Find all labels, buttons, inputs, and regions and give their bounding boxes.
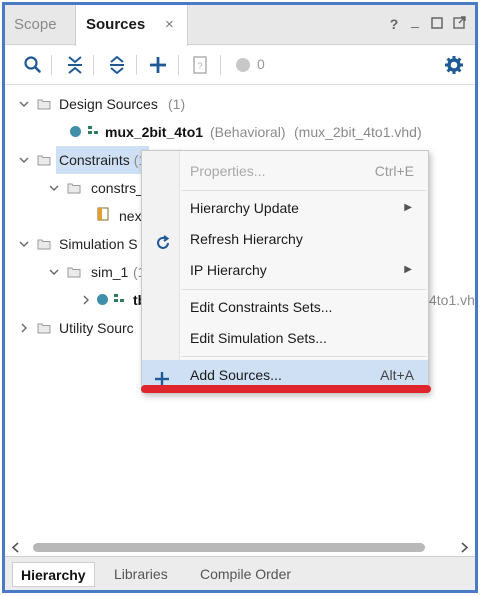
folder-icon: [37, 147, 51, 175]
tree-testbench-suffix: 4to1.vh: [429, 292, 475, 308]
scroll-right-icon[interactable]: [459, 542, 469, 553]
hierarchy-icon: [87, 118, 99, 146]
status-dot-icon: [70, 126, 81, 137]
menu-separator: [182, 356, 426, 357]
menu-item-properties[interactable]: Properties... Ctrl+E: [142, 156, 428, 186]
menu-item-label: Properties...: [190, 163, 266, 179]
tree-label: Constraints: [59, 152, 130, 168]
chevron-right-icon[interactable]: [19, 323, 29, 333]
float-icon[interactable]: [451, 16, 467, 32]
menu-item-shortcut: Ctrl+E: [374, 163, 414, 179]
tab-libraries[interactable]: Libraries: [114, 562, 168, 587]
search-icon[interactable]: [22, 54, 44, 76]
design-file-name: mux_2bit_4to1: [105, 124, 204, 140]
tab-sources-label: Sources: [86, 16, 146, 33]
help-icon[interactable]: ?: [386, 16, 402, 32]
tab-scope[interactable]: Scope: [14, 5, 57, 45]
constraint-file-icon: [97, 202, 109, 230]
status-circle-icon: [232, 54, 254, 76]
tree-label: Utility Sourc: [59, 320, 134, 336]
gear-icon[interactable]: [443, 54, 465, 76]
toolbar-divider: [220, 55, 221, 75]
chevron-down-icon[interactable]: [19, 155, 29, 165]
hierarchy-icon: [113, 286, 125, 314]
menu-item-hierarchy-update[interactable]: Hierarchy Update ▶: [142, 193, 428, 223]
design-file-arch: (Behavioral): [210, 124, 286, 140]
scroll-left-icon[interactable]: [11, 542, 21, 553]
menu-item-refresh-hierarchy[interactable]: Refresh Hierarchy: [142, 224, 428, 254]
menu-item-label: IP Hierarchy: [190, 262, 267, 278]
folder-icon: [37, 231, 51, 259]
menu-item-edit-constraints-sets[interactable]: Edit Constraints Sets...: [142, 292, 428, 322]
context-menu: Properties... Ctrl+E Hierarchy Update ▶ …: [141, 150, 429, 393]
tree-label: sim_1: [91, 264, 129, 280]
tree-count: (1): [168, 96, 186, 112]
status-count: 0: [257, 56, 265, 72]
bottom-tab-bar: Hierarchy Libraries Compile Order: [5, 556, 475, 590]
close-tab-icon[interactable]: ×: [165, 5, 174, 45]
maximize-icon[interactable]: [429, 16, 445, 32]
tree-label: Design Sources: [59, 96, 158, 112]
chevron-down-icon[interactable]: [19, 239, 29, 249]
panel-tab-bar: Scope Sources × ? _: [5, 5, 475, 46]
menu-item-label: Edit Constraints Sets...: [190, 299, 333, 315]
tree-label: Simulation S: [59, 236, 138, 252]
sources-toolbar: ? 0: [5, 45, 475, 85]
menu-item-label: Edit Simulation Sets...: [190, 330, 327, 346]
menu-item-edit-simulation-sets[interactable]: Edit Simulation Sets...: [142, 323, 428, 353]
folder-icon: [37, 315, 51, 343]
tree-label-selected: Constraints (1: [56, 146, 150, 174]
toolbar-divider: [136, 55, 137, 75]
scrollbar-thumb[interactable]: [33, 543, 425, 552]
menu-item-ip-hierarchy[interactable]: IP Hierarchy ▶: [142, 255, 428, 285]
menu-item-label: Refresh Hierarchy: [190, 231, 303, 247]
minimize-icon[interactable]: _: [407, 12, 423, 28]
add-icon[interactable]: [147, 54, 169, 76]
annotation-underline: [141, 385, 431, 393]
chevron-right-icon[interactable]: [81, 295, 91, 305]
status-dot-icon: [97, 294, 108, 305]
chevron-down-icon[interactable]: [19, 99, 29, 109]
chevron-down-icon[interactable]: [49, 183, 59, 193]
collapse-all-icon[interactable]: [64, 54, 86, 76]
horizontal-scrollbar[interactable]: [11, 540, 471, 554]
toolbar-divider: [93, 55, 94, 75]
design-file-path: (mux_2bit_4to1.vhd): [294, 124, 422, 140]
chevron-down-icon[interactable]: [49, 267, 59, 277]
toolbar-divider: [178, 55, 179, 75]
folder-icon: [67, 259, 81, 287]
menu-item-label: Hierarchy Update: [190, 200, 299, 216]
tab-compile-order[interactable]: Compile Order: [200, 562, 291, 587]
tab-hierarchy[interactable]: Hierarchy: [12, 562, 95, 587]
folder-icon: [37, 91, 51, 119]
properties-doc-icon[interactable]: ?: [189, 54, 211, 76]
submenu-arrow-icon: ▶: [404, 202, 412, 213]
svg-text:?: ?: [197, 61, 202, 71]
menu-separator: [182, 190, 426, 191]
submenu-arrow-icon: ▶: [404, 264, 412, 275]
expand-all-icon[interactable]: [106, 54, 128, 76]
toolbar-divider: [51, 55, 52, 75]
folder-icon: [67, 175, 81, 203]
menu-separator: [182, 289, 426, 290]
tree-label: constrs_: [91, 180, 144, 196]
